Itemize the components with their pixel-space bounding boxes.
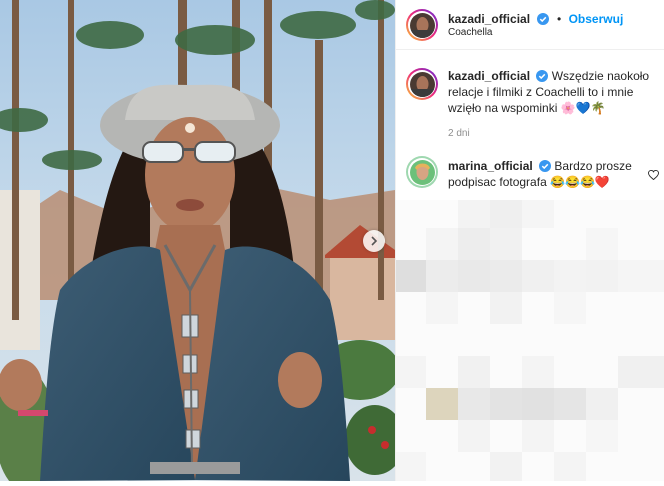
commenter-username[interactable]: marina_official	[448, 159, 533, 173]
author-avatar-image	[409, 12, 435, 38]
chevron-right-icon	[371, 236, 378, 246]
author-username[interactable]: kazadi_official	[448, 12, 530, 26]
photo-illustration	[0, 0, 395, 481]
post-timestamp[interactable]: 2 dni	[448, 128, 470, 139]
post-photo[interactable]	[0, 0, 395, 481]
pixelated-comments-area	[396, 200, 664, 481]
follow-button[interactable]: Obserwuj	[569, 12, 624, 26]
post-header: kazadi_official • Obserwuj Coachella	[396, 0, 664, 50]
commenter-avatar-image	[409, 159, 435, 185]
author-avatar[interactable]	[406, 9, 438, 41]
post-side-panel: kazadi_official • Obserwuj Coachella kaz…	[395, 0, 664, 481]
next-photo-button[interactable]	[363, 230, 385, 252]
verified-badge-icon	[536, 70, 549, 82]
verified-badge-icon	[539, 160, 552, 172]
verified-badge-icon	[537, 13, 550, 25]
commenter-avatar[interactable]	[406, 156, 438, 188]
like-comment-button[interactable]	[648, 167, 659, 185]
pixelation-mosaic	[396, 200, 664, 481]
heart-icon	[648, 169, 659, 181]
header-separator-dot: •	[556, 12, 562, 26]
caption-username[interactable]: kazadi_official	[448, 69, 530, 83]
caption-avatar[interactable]	[406, 68, 438, 100]
caption-avatar-image	[409, 71, 435, 97]
post-location[interactable]: Coachella	[448, 27, 492, 38]
